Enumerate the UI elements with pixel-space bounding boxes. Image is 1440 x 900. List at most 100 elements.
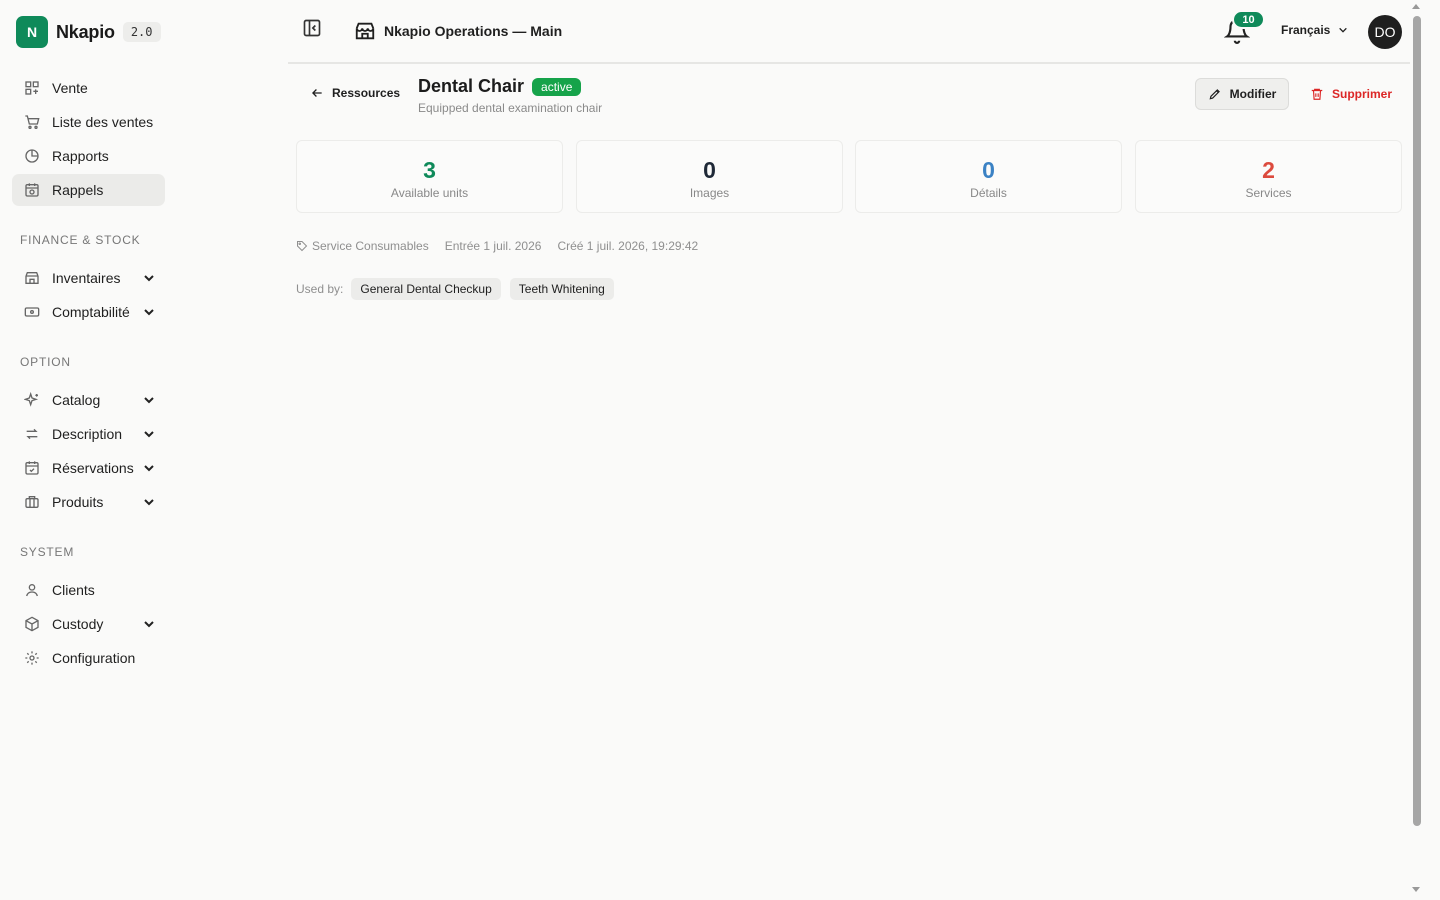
page-title: Dental Chair (418, 76, 525, 96)
sidebar-item-comptabilite[interactable]: Comptabilité (12, 296, 165, 328)
sidebar-item-configuration[interactable]: Configuration (12, 642, 165, 674)
org-switcher[interactable]: Nkapio Operations — Main (354, 20, 562, 42)
edit-label: Modifier (1229, 87, 1277, 101)
sidebar-item-reservations[interactable]: Réservations (12, 452, 165, 484)
sidebar-section-title: FINANCE & STOCK (20, 233, 141, 247)
resource-entry-date: Entrée 1 juil. 2026 (444, 239, 542, 253)
stat-label: Détails (970, 186, 1007, 200)
stat-label: Available units (390, 186, 469, 200)
chevron-down-icon (144, 465, 154, 472)
sidebar-item-produits[interactable]: Produits (12, 486, 165, 518)
chevron-down-icon (144, 397, 154, 404)
brand[interactable]: N Nkapio 2.0 (16, 16, 161, 48)
scroll-down-arrow-icon[interactable] (1412, 887, 1420, 892)
stat-value: 3 (423, 157, 436, 183)
briefcase-icon (24, 494, 40, 510)
sidebar-item-vente[interactable]: Vente (12, 72, 165, 104)
pie-chart-icon (24, 148, 40, 164)
edit-button[interactable]: Modifier (1195, 78, 1289, 110)
grid-icon (24, 80, 40, 96)
chevron-down-icon (1339, 27, 1348, 33)
sidebar-item-label: Liste des ventes (52, 114, 154, 130)
sparkles-icon (24, 392, 40, 408)
sidebar-item-label: Rappels (52, 182, 104, 198)
sidebar-item-inventaires[interactable]: Inventaires (12, 262, 165, 294)
sidebar-option-nav: Catalog Description Réservations Produit… (12, 384, 165, 520)
chevron-down-icon (144, 621, 154, 628)
sidebar-item-label: Description (52, 426, 123, 442)
sidebar-section-title: SYSTEM (20, 545, 75, 559)
avatar[interactable]: DO (1368, 15, 1402, 49)
resource-category: Service Consumables (312, 239, 429, 253)
scroll-up-arrow-icon[interactable] (1412, 4, 1420, 9)
status-badge: active (532, 77, 582, 96)
calendar-check-icon (24, 460, 40, 476)
tag-icon (297, 241, 308, 252)
sidebar: N Nkapio 2.0 Vente Liste des ventes Rapp… (0, 0, 176, 900)
sidebar-finance-nav: Inventaires Comptabilité (12, 262, 165, 330)
stat-card-services: 2 Services (1135, 140, 1402, 213)
store-icon (24, 270, 40, 286)
stat-card-details: 0 Détails (855, 140, 1122, 213)
sidebar-section-title: OPTION (20, 355, 71, 369)
stat-label: Services (1245, 186, 1292, 200)
sidebar-item-label: Catalog (52, 392, 101, 408)
chevron-down-icon (144, 499, 154, 506)
used-by-row: Used by: General Dental Checkup Teeth Wh… (296, 278, 623, 300)
banknote-icon (24, 304, 40, 320)
resource-created-date: Créé 1 juil. 2026, 19:29:42 (557, 239, 699, 253)
language-select[interactable]: Français (1281, 23, 1348, 37)
notification-count-badge: 10 (1232, 10, 1265, 29)
chevron-down-icon (144, 309, 154, 316)
cart-icon (24, 114, 40, 130)
chevron-down-icon (144, 431, 154, 438)
sidebar-item-description[interactable]: Description (12, 418, 165, 450)
sidebar-item-label: Comptabilité (52, 304, 130, 320)
chevron-down-icon (144, 275, 154, 282)
used-by-label: Used by: (296, 282, 344, 296)
service-chip[interactable]: General Dental Checkup (351, 278, 501, 300)
delete-label: Supprimer (1331, 87, 1392, 101)
arrow-left-icon (312, 89, 322, 97)
user-icon (24, 582, 40, 598)
sidebar-item-liste-des-ventes[interactable]: Liste des ventes (12, 106, 165, 138)
resource-meta: Service Consumables Entrée 1 juil. 2026 … (296, 239, 698, 253)
resource-description: Equipped dental examination chair (418, 101, 603, 115)
calendar-clock-icon (24, 182, 40, 198)
sidebar-item-label: Réservations (52, 460, 134, 476)
version-badge: 2.0 (122, 22, 161, 42)
sidebar-item-label: Rapports (52, 148, 109, 164)
org-name: Nkapio Operations — Main (384, 23, 563, 39)
box-icon (24, 616, 40, 632)
sidebar-item-clients[interactable]: Clients (12, 574, 165, 606)
sidebar-main-nav: Vente Liste des ventes Rapports Rappels (12, 72, 165, 208)
stat-value: 0 (982, 157, 995, 183)
stat-value: 0 (703, 157, 716, 183)
stat-label: Images (689, 186, 730, 200)
language-label: Français (1281, 23, 1331, 37)
sidebar-toggle-icon[interactable] (302, 18, 322, 38)
pencil-icon (1209, 89, 1220, 100)
sidebar-item-label: Vente (52, 80, 88, 96)
brand-name: Nkapio (56, 21, 115, 42)
stat-card-images: 0 Images (576, 140, 843, 213)
arrows-swap-icon (24, 426, 40, 442)
brand-logo: N (16, 16, 48, 48)
sidebar-item-label: Produits (52, 494, 104, 510)
delete-button[interactable]: Supprimer (1306, 78, 1396, 110)
sidebar-item-custody[interactable]: Custody (12, 608, 165, 640)
sidebar-item-rappels[interactable]: Rappels (12, 174, 165, 206)
sidebar-item-label: Clients (52, 582, 95, 598)
stat-card-available-units: 3 Available units (296, 140, 563, 213)
service-chip[interactable]: Teeth Whitening (509, 278, 614, 300)
back-button[interactable]: Ressources (310, 86, 400, 100)
trash-icon (1311, 88, 1323, 100)
store-icon (355, 22, 375, 40)
sidebar-item-label: Custody (52, 616, 104, 632)
scrollbar-thumb[interactable] (1413, 16, 1421, 826)
sidebar-item-rapports[interactable]: Rapports (12, 140, 165, 172)
top-bar: Nkapio Operations — Main 10 Français DO (288, 0, 1410, 64)
gear-icon (24, 650, 40, 666)
sidebar-item-label: Configuration (52, 650, 136, 666)
sidebar-item-catalog[interactable]: Catalog (12, 384, 165, 416)
